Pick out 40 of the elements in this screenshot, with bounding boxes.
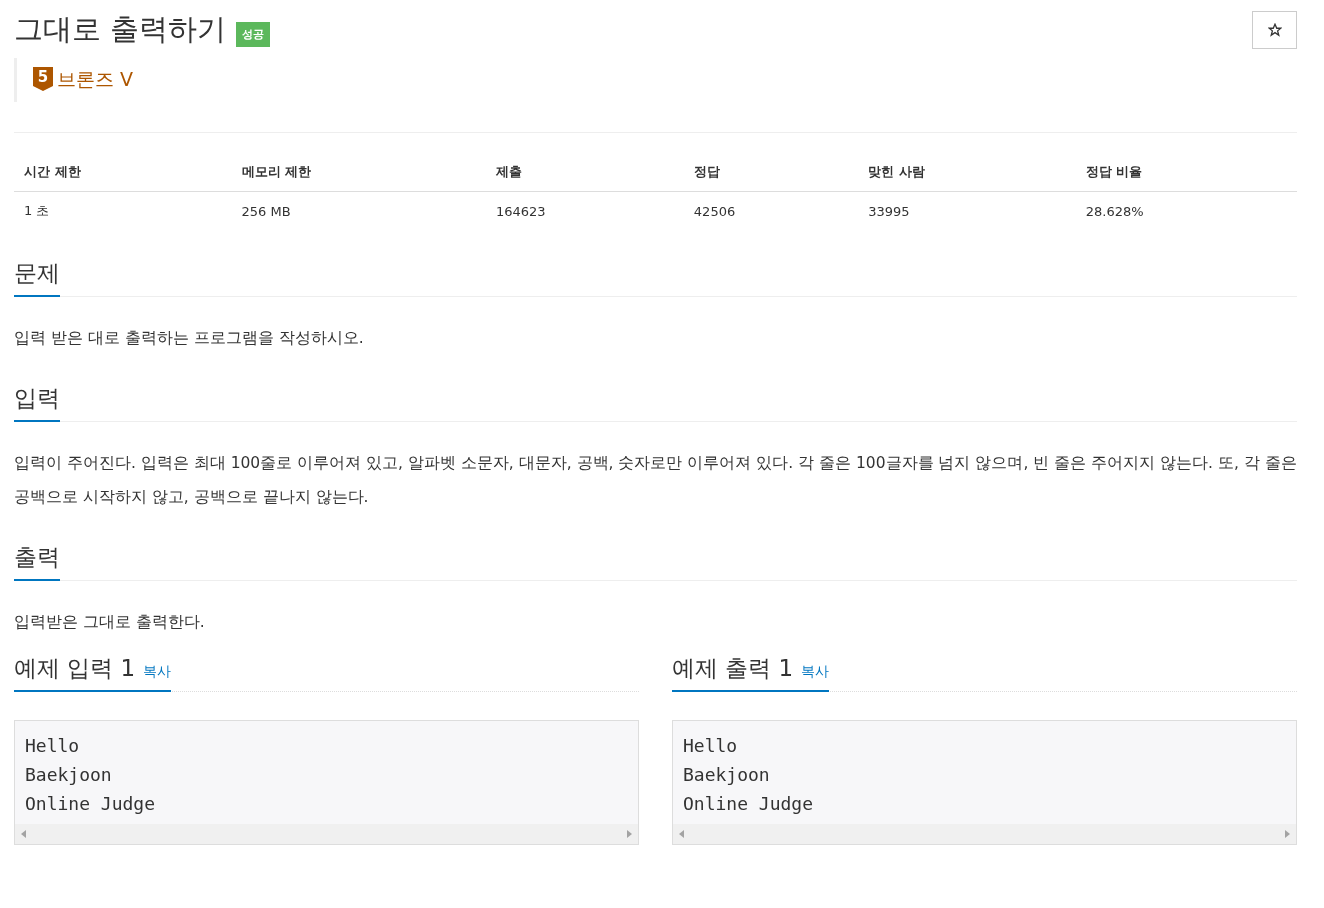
table-cell: 42506 bbox=[683, 191, 859, 230]
table-cell: 256 MB bbox=[231, 191, 486, 230]
code-line: Hello bbox=[682, 734, 739, 758]
code-line: Online Judge bbox=[24, 792, 157, 816]
column-header: 맞힌 사람 bbox=[858, 153, 1076, 192]
problem-title: 그대로 출력하기 bbox=[14, 11, 227, 48]
sample-heading: 예제 출력 1 bbox=[672, 654, 794, 683]
section-heading: 문제 bbox=[14, 258, 60, 297]
scroll-right-icon[interactable] bbox=[1285, 830, 1290, 838]
scroll-left-icon[interactable] bbox=[679, 830, 684, 838]
section-heading: 입력 bbox=[14, 383, 60, 422]
section-text: 입력이 주어진다. 입력은 최대 100줄로 이루어져 있고, 알파벳 소문자, 대문자, 공백, 숫자로만 이루어져 있다. 각 줄은 100글자를 넘지 않으며, 빈 줄은 주어지지 않는다. 또, 각 줄은 공백으로 시작하지 않고, 공백으로 끝나지 않는다. bbox=[14, 453, 1297, 508]
horizontal-scrollbar[interactable] bbox=[673, 824, 1296, 844]
scroll-right-icon[interactable] bbox=[627, 830, 632, 838]
copy-link[interactable]: 복사 bbox=[801, 663, 830, 681]
star-icon bbox=[1267, 23, 1282, 37]
copy-link[interactable]: 복사 bbox=[143, 663, 172, 681]
scroll-left-icon[interactable] bbox=[21, 830, 26, 838]
section-text: 입력받은 그대로 출력한다. bbox=[14, 612, 206, 633]
horizontal-scrollbar[interactable] bbox=[15, 824, 638, 844]
table-cell: 33995 bbox=[858, 191, 1076, 230]
favorite-button[interactable] bbox=[1252, 11, 1297, 49]
code-line: Hello bbox=[24, 734, 81, 758]
code-line: Online Judge bbox=[682, 792, 815, 816]
column-header: 정답 bbox=[683, 153, 859, 192]
section-heading: 출력 bbox=[14, 542, 60, 581]
tier-icon: 5 bbox=[33, 67, 53, 93]
column-header: 정답 비율 bbox=[1075, 153, 1297, 192]
result-badge: 성공 bbox=[236, 21, 271, 47]
table-cell: 28.628% bbox=[1075, 191, 1297, 230]
tier-name[interactable]: 브론즈 V bbox=[57, 67, 134, 93]
column-header: 메모리 제한 bbox=[231, 153, 486, 192]
section-text: 입력 받은 대로 출력하는 프로그램을 작성하시오. bbox=[14, 328, 365, 349]
table-cell: 1 초 bbox=[14, 191, 232, 230]
column-header: 시간 제한 bbox=[14, 153, 232, 192]
sample-heading: 예제 입력 1 bbox=[14, 654, 136, 683]
table-cell: 164623 bbox=[485, 191, 684, 230]
column-header: 제출 bbox=[485, 153, 684, 192]
code-line: Baekjoon bbox=[682, 763, 771, 787]
code-line: Baekjoon bbox=[24, 763, 113, 787]
